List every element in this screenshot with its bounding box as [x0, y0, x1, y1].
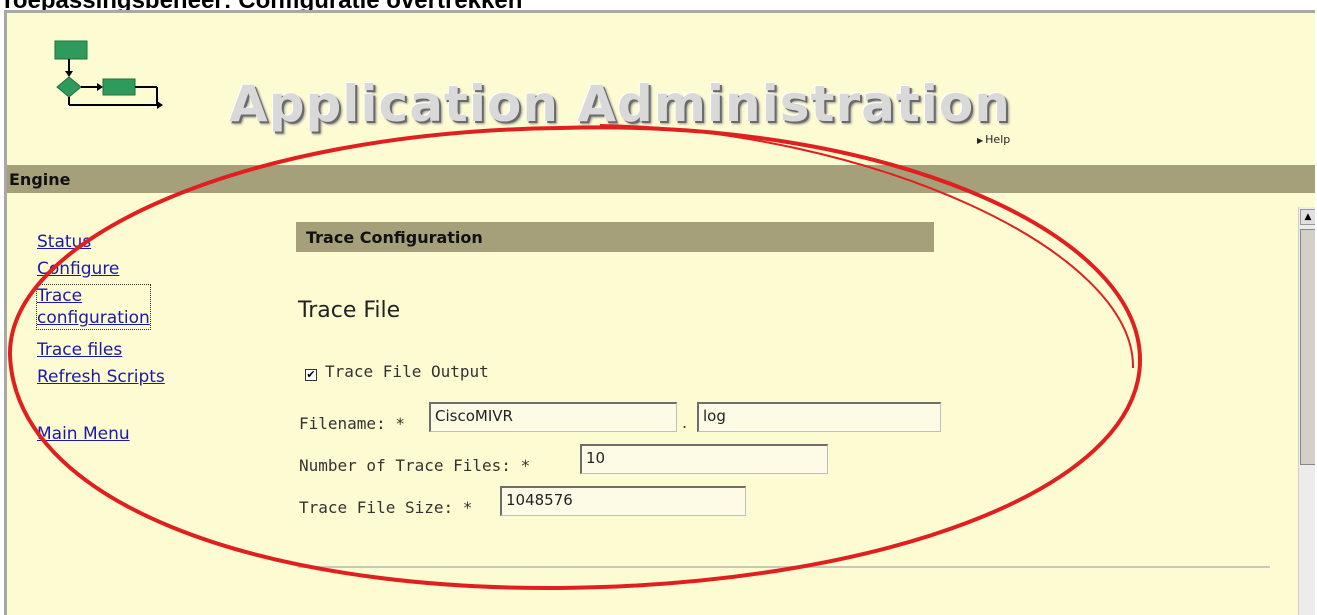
sidebar-nav: Status Configure Trace configuration Tra…: [36, 231, 207, 450]
nav-trace-configuration-line2: configuration: [37, 308, 150, 328]
nav-configure[interactable]: Configure: [37, 258, 207, 280]
filename-label: Filename: *: [299, 414, 405, 433]
help-label: Help: [985, 133, 1011, 146]
subsection-title: Trace File: [298, 298, 401, 323]
help-link[interactable]: ▶ Help: [977, 133, 1010, 146]
browser-frame: Application Administration ▶ Help Engine …: [4, 10, 1315, 615]
filename-extension-field[interactable]: log: [697, 402, 941, 432]
triangle-right-icon: ▶: [977, 136, 984, 145]
num-trace-files-field[interactable]: 10: [580, 444, 828, 474]
section-title: Trace Configuration: [306, 228, 483, 247]
trace-output-checkbox[interactable]: ✔: [305, 369, 317, 381]
nav-trace-configuration-line1: Trace: [37, 286, 83, 306]
nav-trace-configuration[interactable]: Trace configuration: [36, 284, 151, 330]
filename-separator: .: [682, 413, 688, 432]
trace-output-label: Trace File Output: [325, 362, 489, 381]
nav-main-menu[interactable]: Main Menu: [37, 423, 207, 445]
trace-file-size-field[interactable]: 1048576: [500, 486, 746, 516]
vertical-scrollbar[interactable]: ▲: [1298, 207, 1315, 615]
trace-file-size-label: Trace File Size: *: [299, 498, 473, 517]
content-divider: [298, 566, 1270, 568]
workflow-logo-icon: [54, 40, 163, 109]
engine-label: Engine: [9, 170, 71, 189]
engine-bar: Engine: [7, 165, 1315, 193]
filename-field[interactable]: CiscoMIVR: [429, 402, 677, 432]
scroll-up-arrow-icon[interactable]: ▲: [1300, 209, 1315, 225]
app-title: Application Administration: [229, 75, 1011, 133]
scroll-thumb[interactable]: [1300, 229, 1315, 465]
num-trace-files-label: Number of Trace Files: *: [299, 456, 531, 475]
nav-trace-files[interactable]: Trace files: [37, 339, 207, 361]
nav-status[interactable]: Status: [37, 231, 207, 253]
nav-refresh-scripts[interactable]: Refresh Scripts: [37, 366, 207, 388]
section-header: Trace Configuration: [296, 222, 934, 252]
trace-output-row: ✔ Trace File Output: [305, 362, 489, 381]
